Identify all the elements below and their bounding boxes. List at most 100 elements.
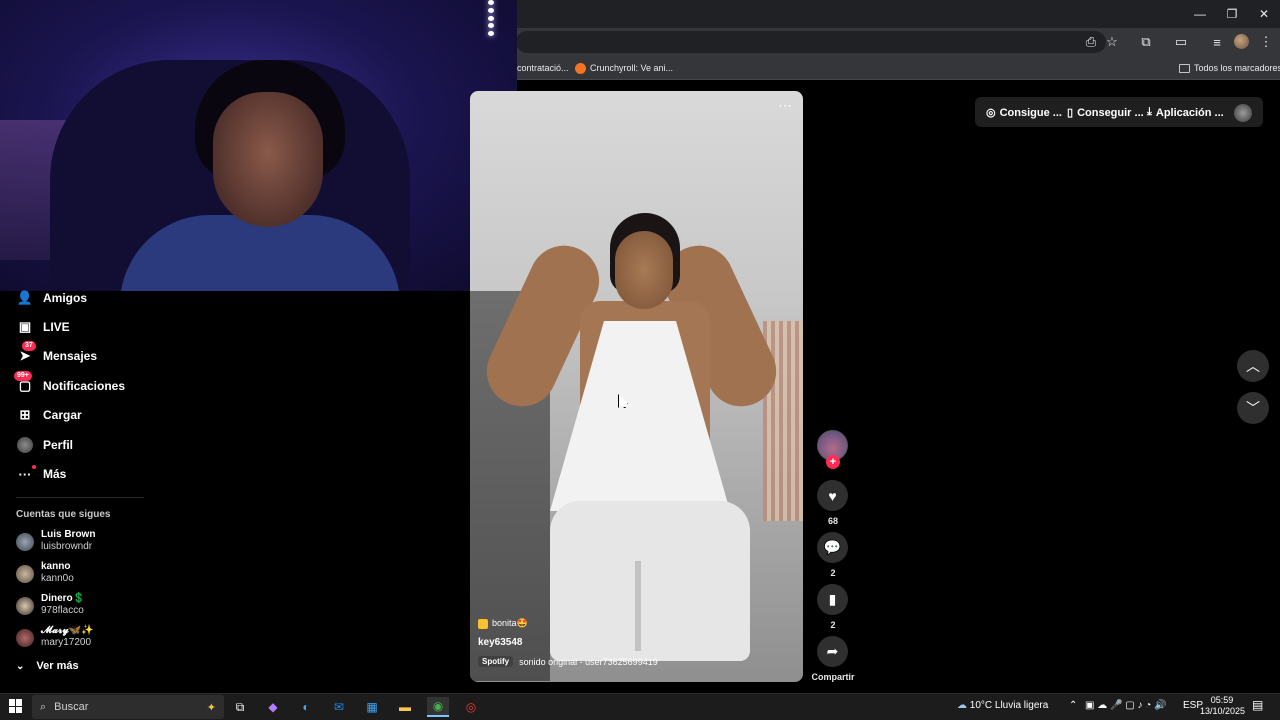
more-icon: ··· bbox=[16, 465, 36, 483]
restore-button[interactable]: ❐ bbox=[1216, 0, 1248, 28]
browser-menu-icon[interactable]: ⋮ bbox=[1256, 32, 1276, 52]
sidebar-item-friends[interactable]: 👤 Amigos bbox=[16, 287, 87, 309]
webcam-overlay bbox=[0, 0, 517, 291]
install-app-icon[interactable]: ⎙ bbox=[1081, 32, 1101, 52]
friends-icon: 👤 bbox=[16, 290, 34, 305]
sidebar-item-live[interactable]: ▣ LIVE bbox=[16, 316, 70, 338]
avatar bbox=[16, 565, 34, 583]
account-name: Luis Brown bbox=[41, 529, 96, 540]
media-icon[interactable]: ≡ bbox=[1207, 32, 1227, 52]
person-face bbox=[213, 92, 323, 227]
next-video-button[interactable]: ﹀ bbox=[1237, 392, 1269, 424]
messages-badge: 37 bbox=[22, 341, 36, 351]
cast-icon[interactable]: ▭ bbox=[1171, 32, 1191, 52]
sidebar-item-label: Amigos bbox=[43, 291, 88, 305]
followed-account[interactable]: Luis Brown luisbrowndr bbox=[16, 529, 216, 559]
phone-icon: ▯ bbox=[1067, 107, 1074, 119]
close-button[interactable]: ✕ bbox=[1248, 0, 1280, 28]
address-bar[interactable] bbox=[516, 31, 1106, 53]
comment-button[interactable]: 💬 bbox=[817, 532, 848, 563]
video-username[interactable]: key63548 bbox=[478, 637, 658, 648]
messages-icon: ➤ 37 bbox=[16, 341, 36, 365]
following-title: Cuentas que sigues bbox=[16, 509, 111, 520]
copilot-sparkle-icon: ✦ bbox=[206, 701, 216, 714]
windows-start-icon[interactable] bbox=[9, 699, 23, 713]
all-bookmarks[interactable]: Todos los marcadores bbox=[1179, 60, 1280, 76]
chevron-down-icon: ⌄ bbox=[16, 660, 25, 672]
outlook-icon[interactable]: ✉ bbox=[328, 697, 350, 717]
divider bbox=[16, 497, 144, 498]
save-button[interactable]: ▮ bbox=[817, 584, 848, 615]
tray-icons[interactable]: ▣ ☁ 🎤 ▢ ♪ ◔ 🔊 bbox=[1085, 700, 1167, 711]
copilot-icon[interactable]: ◆ bbox=[262, 697, 284, 717]
clock[interactable]: 05:59 13/10/2025 bbox=[1200, 695, 1246, 717]
live-icon: ▣ bbox=[18, 319, 32, 334]
like-button[interactable]: ♥ bbox=[817, 480, 848, 511]
bookmark-item[interactable]: contratació... bbox=[517, 60, 569, 76]
coins-button[interactable]: ◎ Consigue ... bbox=[986, 106, 1062, 120]
video-caption: bonita🤩 key63548 Spotify sonido original … bbox=[478, 618, 658, 667]
followed-account[interactable]: 𝓜𝓪𝓻𝔂🦋✨ mary17200 bbox=[16, 625, 216, 655]
sidebar-item-label: LIVE bbox=[43, 320, 70, 334]
comment-count: 2 bbox=[830, 568, 836, 578]
comment-icon: 💬 bbox=[823, 539, 842, 555]
browser-profile-avatar[interactable] bbox=[1234, 34, 1249, 49]
chevron-up-icon: ︿ bbox=[1246, 358, 1260, 374]
see-more-button[interactable]: ⌄ Ver más bbox=[16, 660, 79, 672]
notifications-badge: 99+ bbox=[14, 371, 32, 381]
chrome-icon[interactable]: ◉ bbox=[427, 697, 449, 717]
video-more-options-icon[interactable]: ⋯ bbox=[778, 97, 793, 114]
sidebar-item-label: Cargar bbox=[43, 408, 82, 422]
clock-time: 05:59 bbox=[1210, 695, 1234, 705]
video-sound[interactable]: Spotify sonido original - user73625699419 bbox=[478, 656, 658, 667]
obs-icon[interactable]: ◎ bbox=[460, 697, 482, 717]
coin-icon: ◎ bbox=[986, 107, 996, 119]
led-strip bbox=[486, 0, 496, 36]
extensions-icon[interactable]: ⧉ bbox=[1136, 32, 1156, 52]
store-icon[interactable]: ▦ bbox=[361, 697, 383, 717]
get-app-button[interactable]: ⤓ Aplicación ... bbox=[1147, 106, 1224, 119]
task-view-icon[interactable]: ⧉ bbox=[229, 697, 251, 717]
sidebar-item-profile[interactable]: Perfil bbox=[16, 434, 73, 456]
account-handle: mary17200 bbox=[41, 637, 92, 648]
share-button[interactable]: ➦ bbox=[817, 636, 848, 667]
minimize-button[interactable]: — bbox=[1184, 0, 1216, 28]
file-explorer-icon[interactable]: ▬ bbox=[394, 697, 416, 717]
sidebar-item-label: Notificaciones bbox=[43, 379, 126, 393]
followed-account[interactable]: kanno kann0o bbox=[16, 561, 216, 591]
avatar bbox=[16, 533, 34, 551]
sidebar-item-upload[interactable]: ⊞ Cargar bbox=[16, 404, 82, 426]
weather-widget[interactable]: ☁ 10°C Lluvia ligera bbox=[957, 700, 1048, 711]
sidebar-item-notifications[interactable]: ▢ 99+ Notificaciones bbox=[14, 371, 126, 397]
avatar bbox=[16, 597, 34, 615]
account-name: kanno bbox=[41, 561, 71, 572]
like-count: 68 bbox=[827, 516, 838, 526]
follow-plus-icon[interactable]: + bbox=[826, 455, 840, 469]
share-label: Compartir bbox=[811, 672, 855, 682]
heart-icon: ♥ bbox=[828, 487, 837, 504]
video-tag[interactable]: bonita🤩 bbox=[478, 618, 658, 629]
spotify-badge: Spotify bbox=[478, 656, 514, 667]
taskbar-search[interactable]: ⌕ Buscar ✦ bbox=[32, 695, 224, 719]
edge-icon[interactable]: ◐ bbox=[295, 697, 317, 717]
user-avatar[interactable] bbox=[1234, 104, 1252, 122]
sidebar-item-more[interactable]: ··· Más bbox=[16, 463, 66, 485]
bookmark-label: Todos los marcadores bbox=[1194, 63, 1280, 73]
followed-account[interactable]: Dinero💲 978flacco bbox=[16, 593, 216, 623]
avatar bbox=[16, 629, 34, 647]
get-coins-button[interactable]: ▯ Conseguir ... bbox=[1067, 106, 1144, 120]
previous-video-button[interactable]: ︿ bbox=[1237, 350, 1269, 382]
tray-chevron-icon[interactable]: ⌃ bbox=[1069, 700, 1077, 711]
bookmark-crunchyroll[interactable]: Crunchyroll: Ve ani... bbox=[575, 60, 673, 76]
profile-icon bbox=[16, 436, 34, 454]
notification-center-icon[interactable]: ▤ bbox=[1252, 698, 1263, 712]
clock-date: 13/10/2025 bbox=[1200, 706, 1246, 716]
share-icon: ➦ bbox=[826, 643, 839, 659]
sidebar-item-messages[interactable]: ➤ 37 Mensajes bbox=[16, 341, 97, 367]
video-player[interactable]: ⋯ bonita🤩 key63548 Spotify sonido origina… bbox=[470, 91, 803, 682]
upload-icon: ⊞ bbox=[19, 407, 31, 422]
account-handle: kann0o bbox=[41, 573, 74, 584]
chevron-down-icon: ﹀ bbox=[1246, 400, 1260, 416]
bookmark-star-icon[interactable]: ☆ bbox=[1102, 32, 1122, 52]
bookmark-label: Crunchyroll: Ve ani... bbox=[590, 63, 674, 73]
